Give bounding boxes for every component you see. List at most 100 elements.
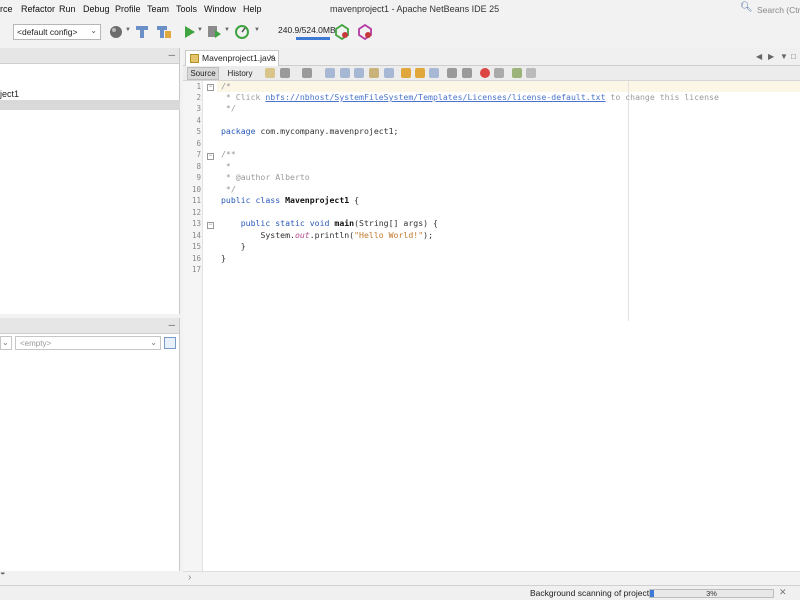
run-icon[interactable]	[181, 24, 197, 40]
editor-tab-bar: Mavenproject1.java ✕ ◀ ▶ ▼ □	[183, 48, 800, 66]
memory-usage-bar	[296, 37, 330, 40]
find-selection-icon[interactable]	[325, 68, 335, 78]
right-margin-guide	[628, 81, 629, 321]
license-link[interactable]: nbfs://nbhost/SystemFileSystem/Templates…	[265, 92, 605, 102]
fold-toggle-icon[interactable]: −	[207, 222, 214, 229]
find-next-icon[interactable]	[354, 68, 364, 78]
code-line-1: /*	[221, 81, 231, 91]
navigator-view-select[interactable]: ⌄	[0, 336, 12, 350]
shift-right-icon[interactable]	[462, 68, 472, 78]
chevron-down-icon[interactable]: ▼	[224, 27, 230, 33]
code-line-16: }	[221, 253, 226, 263]
horizontal-scrollbar[interactable]: ›	[183, 571, 800, 585]
members-placeholder: <empty>	[20, 339, 52, 348]
project-node[interactable]: ject1	[0, 89, 19, 99]
menu-team[interactable]: Team	[147, 4, 169, 14]
chevron-down-icon[interactable]: ▼	[254, 27, 260, 33]
editor-toolbar: Source History	[183, 66, 800, 81]
memory-usage-label: 240.9/524.0MB	[278, 25, 336, 35]
line-number: 15	[191, 242, 201, 251]
code-line-11: public class Mavenproject1 {	[221, 195, 360, 205]
toggle-bookmark-icon[interactable]	[429, 68, 439, 78]
stop-macro-icon[interactable]	[494, 68, 504, 78]
projects-panel-header: ─	[0, 48, 179, 64]
code-line-8: *	[221, 161, 231, 171]
uncomment-icon[interactable]	[526, 68, 536, 78]
minimize-icon[interactable]: ─	[169, 320, 175, 330]
java-file-icon	[190, 54, 199, 63]
menu-debug[interactable]: Debug	[83, 4, 110, 14]
menu-window[interactable]: Window	[204, 4, 236, 14]
window-title: mavenproject1 - Apache NetBeans IDE 25	[330, 4, 500, 14]
debug-icon[interactable]	[206, 24, 222, 40]
find-previous-icon[interactable]	[340, 68, 350, 78]
code-editor[interactable]: 1 2 3 4 5 6 7 8 9 10 11 12 13 14 15 16 1…	[183, 81, 800, 571]
clean-build-icon[interactable]	[156, 24, 172, 40]
back-icon[interactable]	[280, 68, 290, 78]
fold-toggle-icon[interactable]: −	[207, 153, 214, 160]
line-number: 2	[196, 93, 201, 102]
forward-icon[interactable]	[302, 68, 312, 78]
line-number: 17	[191, 265, 201, 274]
record-macro-icon[interactable]	[480, 68, 490, 78]
chevron-down-icon[interactable]: ▼	[197, 27, 203, 33]
code-line-13: public static void main(String[] args) {	[240, 218, 438, 228]
scroll-right-icon[interactable]: ▶	[768, 52, 774, 61]
toggle-highlight-icon[interactable]	[369, 68, 379, 78]
cancel-task-icon[interactable]: ✕	[779, 587, 787, 598]
comment-icon[interactable]	[512, 68, 522, 78]
tab-mavenproject1[interactable]: Mavenproject1.java ✕	[185, 50, 279, 66]
build-icon[interactable]	[134, 24, 150, 40]
next-bookmark-icon[interactable]	[415, 68, 425, 78]
menu-refactor[interactable]: Refactor	[21, 4, 55, 14]
memory-meter[interactable]: 240.9/524.0MB	[278, 25, 336, 40]
line-number: 9	[196, 173, 201, 182]
menu-help[interactable]: Help	[243, 4, 262, 14]
tab-label: Mavenproject1.java	[202, 53, 276, 63]
chevron-down-icon[interactable]: ▼	[125, 27, 131, 33]
history-button[interactable]: History	[223, 67, 257, 80]
maximize-icon[interactable]: □	[791, 52, 796, 61]
code-line-2: * Click nbfs://nbhost/SystemFileSystem/T…	[221, 92, 719, 102]
scroll-left-icon[interactable]: ◀	[756, 52, 762, 61]
line-number: 14	[191, 231, 201, 240]
tab-list-icon[interactable]: ▼	[780, 52, 788, 61]
code-line-7: /**	[221, 149, 236, 159]
minimize-icon[interactable]: ─	[169, 50, 175, 60]
progress-bar[interactable]: 3%	[649, 589, 774, 598]
last-edit-icon[interactable]	[265, 68, 275, 78]
line-number: 3	[196, 104, 201, 113]
previous-bookmark-icon[interactable]	[401, 68, 411, 78]
config-select[interactable]: <default config> ⌄	[13, 24, 101, 40]
shift-left-icon[interactable]	[447, 68, 457, 78]
search-placeholder: Search (Ctrl+	[757, 5, 800, 15]
snapshot-icon[interactable]	[357, 24, 373, 40]
gc-icon[interactable]	[334, 24, 350, 40]
status-text: Background scanning of projects...	[530, 588, 661, 598]
profile-icon[interactable]	[234, 24, 250, 40]
menu-tools[interactable]: Tools	[176, 4, 197, 14]
current-line-highlight	[217, 81, 800, 92]
code-line-10: */	[221, 184, 236, 194]
fold-toggle-icon[interactable]: −	[207, 84, 214, 91]
menu-run[interactable]: Run	[59, 4, 76, 14]
code-line-15: }	[240, 241, 246, 251]
line-number: 13	[191, 219, 201, 228]
filter-icon[interactable]	[164, 337, 176, 349]
close-icon[interactable]: ✕	[268, 53, 275, 62]
code-line-5: package com.mycompany.mavenproject1;	[221, 126, 399, 136]
code-line-9: * @author Alberto	[221, 172, 310, 182]
globe-icon[interactable]	[108, 24, 124, 40]
line-number: 12	[191, 208, 201, 217]
toggle-rect-select-icon[interactable]	[384, 68, 394, 78]
line-number: 1	[196, 82, 201, 91]
menu-source[interactable]: rce	[0, 4, 13, 14]
line-number: 7	[196, 150, 201, 159]
search-box[interactable]: 🔍︎ Search (Ctrl+	[740, 2, 800, 18]
source-button[interactable]: Source	[187, 67, 219, 80]
chevron-down-icon: ⌄	[150, 338, 157, 347]
chevron-right-icon[interactable]: ›	[188, 572, 191, 583]
selected-tree-row[interactable]	[0, 100, 180, 110]
menu-profile[interactable]: Profile	[115, 4, 141, 14]
navigator-members-select[interactable]: <empty> ⌄	[15, 336, 161, 350]
